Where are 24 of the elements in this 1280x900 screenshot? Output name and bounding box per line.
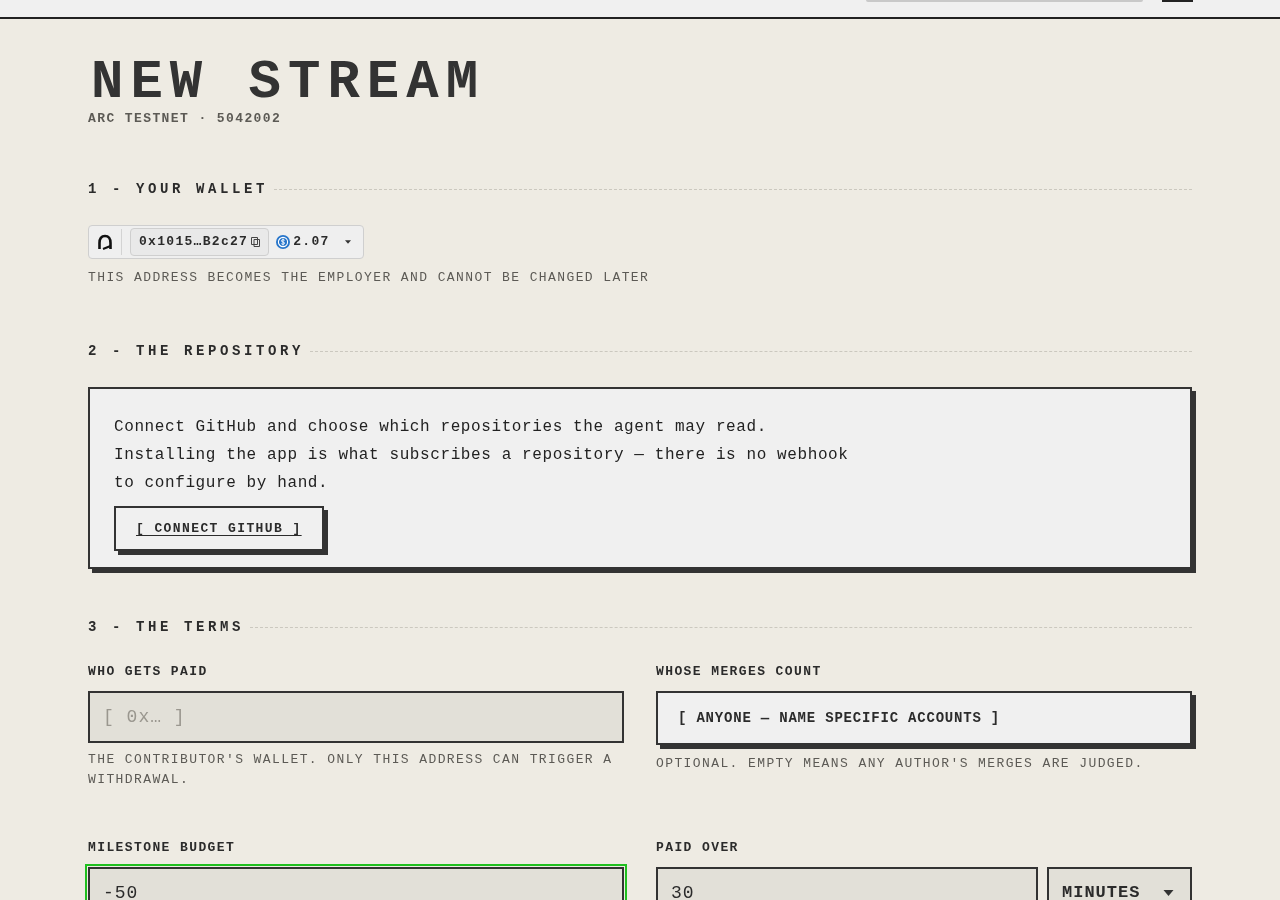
input-field[interactable]: [ 0x… ] bbox=[88, 691, 624, 743]
balance-dropdown[interactable]: 2.07 bbox=[276, 232, 351, 252]
field-label: MILESTONE BUDGET bbox=[88, 840, 236, 856]
input-field[interactable]: 30 bbox=[656, 867, 1038, 900]
caret-icon bbox=[344, 240, 351, 244]
field-label: WHOSE MERGES COUNT bbox=[656, 664, 822, 680]
section-heading: 2 - THE REPOSITORY bbox=[88, 342, 305, 361]
unit-select[interactable]: MINUTES bbox=[1047, 867, 1192, 900]
address-chip[interactable]: 0x1015…B2c27 bbox=[130, 228, 270, 256]
field-hint: OPTIONAL. EMPTY MEANS ANY AUTHOR'S MERGES ARE JUDGED. bbox=[656, 755, 1144, 773]
repository-description: Connect GitHub and choose which repositories the agent may read. Installing the app is what subscribes a repository — there is no webhook to configure by hand. bbox=[114, 417, 850, 494]
page-subtitle: ARC TESTNET · 5042002 bbox=[88, 111, 282, 127]
field-label: WHO GETS PAID bbox=[88, 664, 208, 680]
logo-icon bbox=[97, 234, 113, 250]
field-hint: THIS ADDRESS BECOMES THE EMPLOYER AND CANNOT BE CHANGED LATER bbox=[88, 269, 650, 287]
section-heading: 3 - THE TERMS bbox=[88, 618, 245, 637]
page-title: NEW STREAM bbox=[91, 56, 486, 110]
section-heading: 1 - YOUR WALLET bbox=[88, 180, 269, 199]
caret-icon bbox=[1163, 890, 1174, 896]
coin-icon bbox=[276, 235, 291, 249]
input-field[interactable]: -50 bbox=[85, 864, 627, 900]
field-hint: THE CONTRIBUTOR'S WALLET. ONLY THIS ADDRESS CAN TRIGGER A WITHDRAWAL. bbox=[88, 751, 614, 789]
field-label: PAID OVER bbox=[656, 840, 739, 856]
copy-icon bbox=[251, 237, 261, 247]
